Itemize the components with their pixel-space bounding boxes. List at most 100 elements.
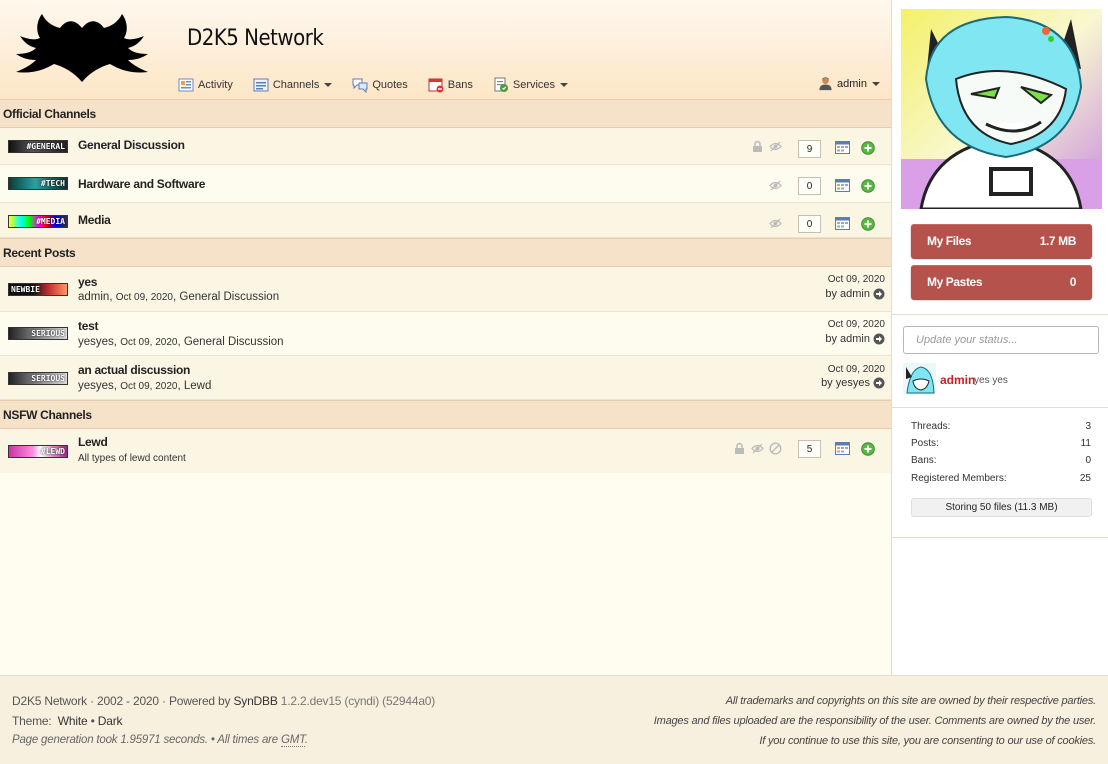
arrow-right-circle-icon[interactable] — [873, 288, 885, 300]
status-username[interactable]: admin — [940, 373, 975, 387]
nav-services[interactable]: Services — [493, 77, 569, 93]
calendar-grid-icon[interactable] — [835, 217, 850, 230]
channel-name[interactable]: General Discussion — [78, 138, 185, 152]
channel-name[interactable]: Media — [78, 213, 111, 227]
sidebar-divider — [892, 537, 1108, 538]
post-author[interactable]: yesyes — [78, 380, 114, 392]
channel-banner: #GENERAL — [8, 140, 68, 153]
calendar-grid-icon[interactable] — [835, 442, 850, 455]
main-content: D2K5 Network Activity Channels Quotes Ba… — [0, 0, 891, 675]
arrow-right-circle-icon[interactable] — [873, 333, 885, 345]
nav-activity[interactable]: Activity — [178, 77, 233, 93]
hidden-eye-icon — [751, 443, 764, 454]
post-title[interactable]: an actual discussion — [78, 363, 190, 377]
channel-row-tech[interactable]: #TECH Hardware and Software 0 — [0, 165, 891, 203]
user-menu[interactable]: admin — [818, 76, 880, 91]
channel-flags — [746, 140, 782, 153]
stat-threads: Threads: 3 — [911, 421, 1091, 432]
nav-activity-label: Activity — [198, 79, 233, 91]
recent-post-row[interactable]: NEWBIE yes admin, Oct 09, 2020, General … — [0, 267, 891, 312]
channel-description: All types of lewd content — [78, 453, 186, 464]
channel-banner: #MEDIA — [8, 215, 68, 228]
channel-thread-count: 0 — [798, 177, 821, 195]
post-meta: yesyes, Oct 09, 2020, General Discussion — [78, 336, 284, 348]
calendar-grid-icon[interactable] — [835, 141, 850, 154]
last-post-user[interactable]: yesyes — [836, 377, 870, 389]
my-pastes-value: 0 — [1069, 275, 1077, 289]
channel-thread-count: 0 — [798, 215, 821, 233]
status-text: yes yes — [974, 375, 1008, 386]
lock-icon — [735, 442, 744, 454]
calendar-ban-icon — [428, 78, 444, 93]
footer: D2K5 Network · 2002 - 2020 · Powered by … — [0, 675, 1108, 764]
add-circle-icon[interactable] — [861, 141, 875, 155]
post-title[interactable]: test — [78, 319, 98, 333]
add-circle-icon[interactable] — [861, 217, 875, 231]
channel-flags — [764, 217, 782, 230]
channel-banner: #LEWD — [8, 445, 68, 458]
arrow-right-circle-icon[interactable] — [873, 377, 885, 389]
user-avatar-small[interactable] — [903, 363, 936, 395]
nav-bans[interactable]: Bans — [428, 77, 473, 93]
channel-name[interactable]: Hardware and Software — [78, 177, 205, 191]
post-date: Oct 09, 2020 — [120, 337, 178, 348]
last-post-user[interactable]: admin — [840, 288, 870, 300]
main-nav: Activity Channels Quotes Bans Services — [178, 76, 588, 94]
channel-thread-count: 9 — [798, 140, 821, 158]
status-input[interactable] — [903, 326, 1099, 354]
stat-members: Registered Members: 25 — [911, 473, 1091, 484]
channel-row-general[interactable]: #GENERAL General Discussion 9 — [0, 128, 891, 165]
footer-generation: Page generation took 1.95971 seconds. • … — [12, 734, 308, 747]
last-post-date: Oct 09, 2020 — [827, 319, 885, 330]
theme-white-link[interactable]: White — [58, 714, 88, 728]
chevron-down-icon — [560, 83, 569, 87]
hidden-eye-icon — [769, 180, 782, 191]
site-title[interactable]: D2K5 Network — [187, 26, 324, 51]
calendar-grid-icon[interactable] — [835, 179, 850, 192]
channel-thread-count: 5 — [798, 440, 821, 458]
channel-row-lewd[interactable]: #LEWD Lewd All types of lewd content 5 — [0, 429, 891, 473]
last-post-date: Oct 09, 2020 — [827, 364, 885, 375]
chevron-down-icon — [872, 81, 880, 86]
header: D2K5 Network Activity Channels Quotes Ba… — [0, 0, 891, 99]
channel-row-media[interactable]: #MEDIA Media 0 — [0, 203, 891, 238]
my-pastes-button[interactable]: My Pastes 0 — [911, 265, 1092, 299]
nav-quotes[interactable]: Quotes — [352, 77, 408, 93]
post-banner: SERIOUS — [8, 327, 68, 340]
nav-bans-label: Bans — [447, 79, 473, 91]
my-pastes-label: My Pastes — [927, 275, 983, 289]
post-channel[interactable]: General Discussion — [184, 336, 284, 348]
recent-post-row[interactable]: SERIOUS an actual discussion yesyes, Oct… — [0, 356, 891, 400]
my-files-button[interactable]: My Files 1.7 MB — [911, 224, 1092, 258]
sidebar: My Files 1.7 MB My Pastes 0 admin yes ye… — [891, 0, 1108, 675]
add-circle-icon[interactable] — [861, 179, 875, 193]
hidden-eye-icon — [769, 141, 782, 152]
activity-icon — [178, 78, 194, 92]
last-post-by: by admin — [825, 288, 885, 300]
sidebar-divider — [892, 407, 1108, 408]
my-files-value: 1.7 MB — [1039, 234, 1077, 248]
post-banner: NEWBIE — [8, 283, 68, 296]
post-author[interactable]: yesyes — [78, 336, 114, 348]
syndbb-link[interactable]: SynDBB — [233, 694, 277, 708]
nav-channels[interactable]: Channels — [253, 77, 333, 93]
prohibited-icon — [769, 442, 782, 455]
user-avatar-large[interactable] — [901, 9, 1102, 209]
footer-trademark-notice: All trademarks and copyrights on this si… — [725, 695, 1096, 707]
recent-post-row[interactable]: SERIOUS test yesyes, Oct 09, 2020, Gener… — [0, 312, 891, 356]
add-circle-icon[interactable] — [861, 442, 875, 456]
post-title[interactable]: yes — [78, 275, 97, 289]
post-channel[interactable]: General Discussion — [179, 291, 279, 303]
last-post-user[interactable]: admin — [840, 333, 870, 345]
post-channel[interactable]: Lewd — [184, 380, 212, 392]
channel-flags — [728, 442, 782, 455]
theme-dark-link[interactable]: Dark — [98, 714, 123, 728]
channel-name[interactable]: Lewd — [78, 435, 108, 449]
channel-flags — [764, 179, 782, 192]
post-author[interactable]: admin — [78, 291, 109, 303]
lock-icon — [753, 140, 762, 152]
post-date: Oct 09, 2020 — [115, 292, 173, 303]
post-date: Oct 09, 2020 — [120, 381, 178, 392]
user-menu-name: admin — [837, 77, 867, 90]
winged-heart-logo[interactable] — [14, 12, 150, 86]
